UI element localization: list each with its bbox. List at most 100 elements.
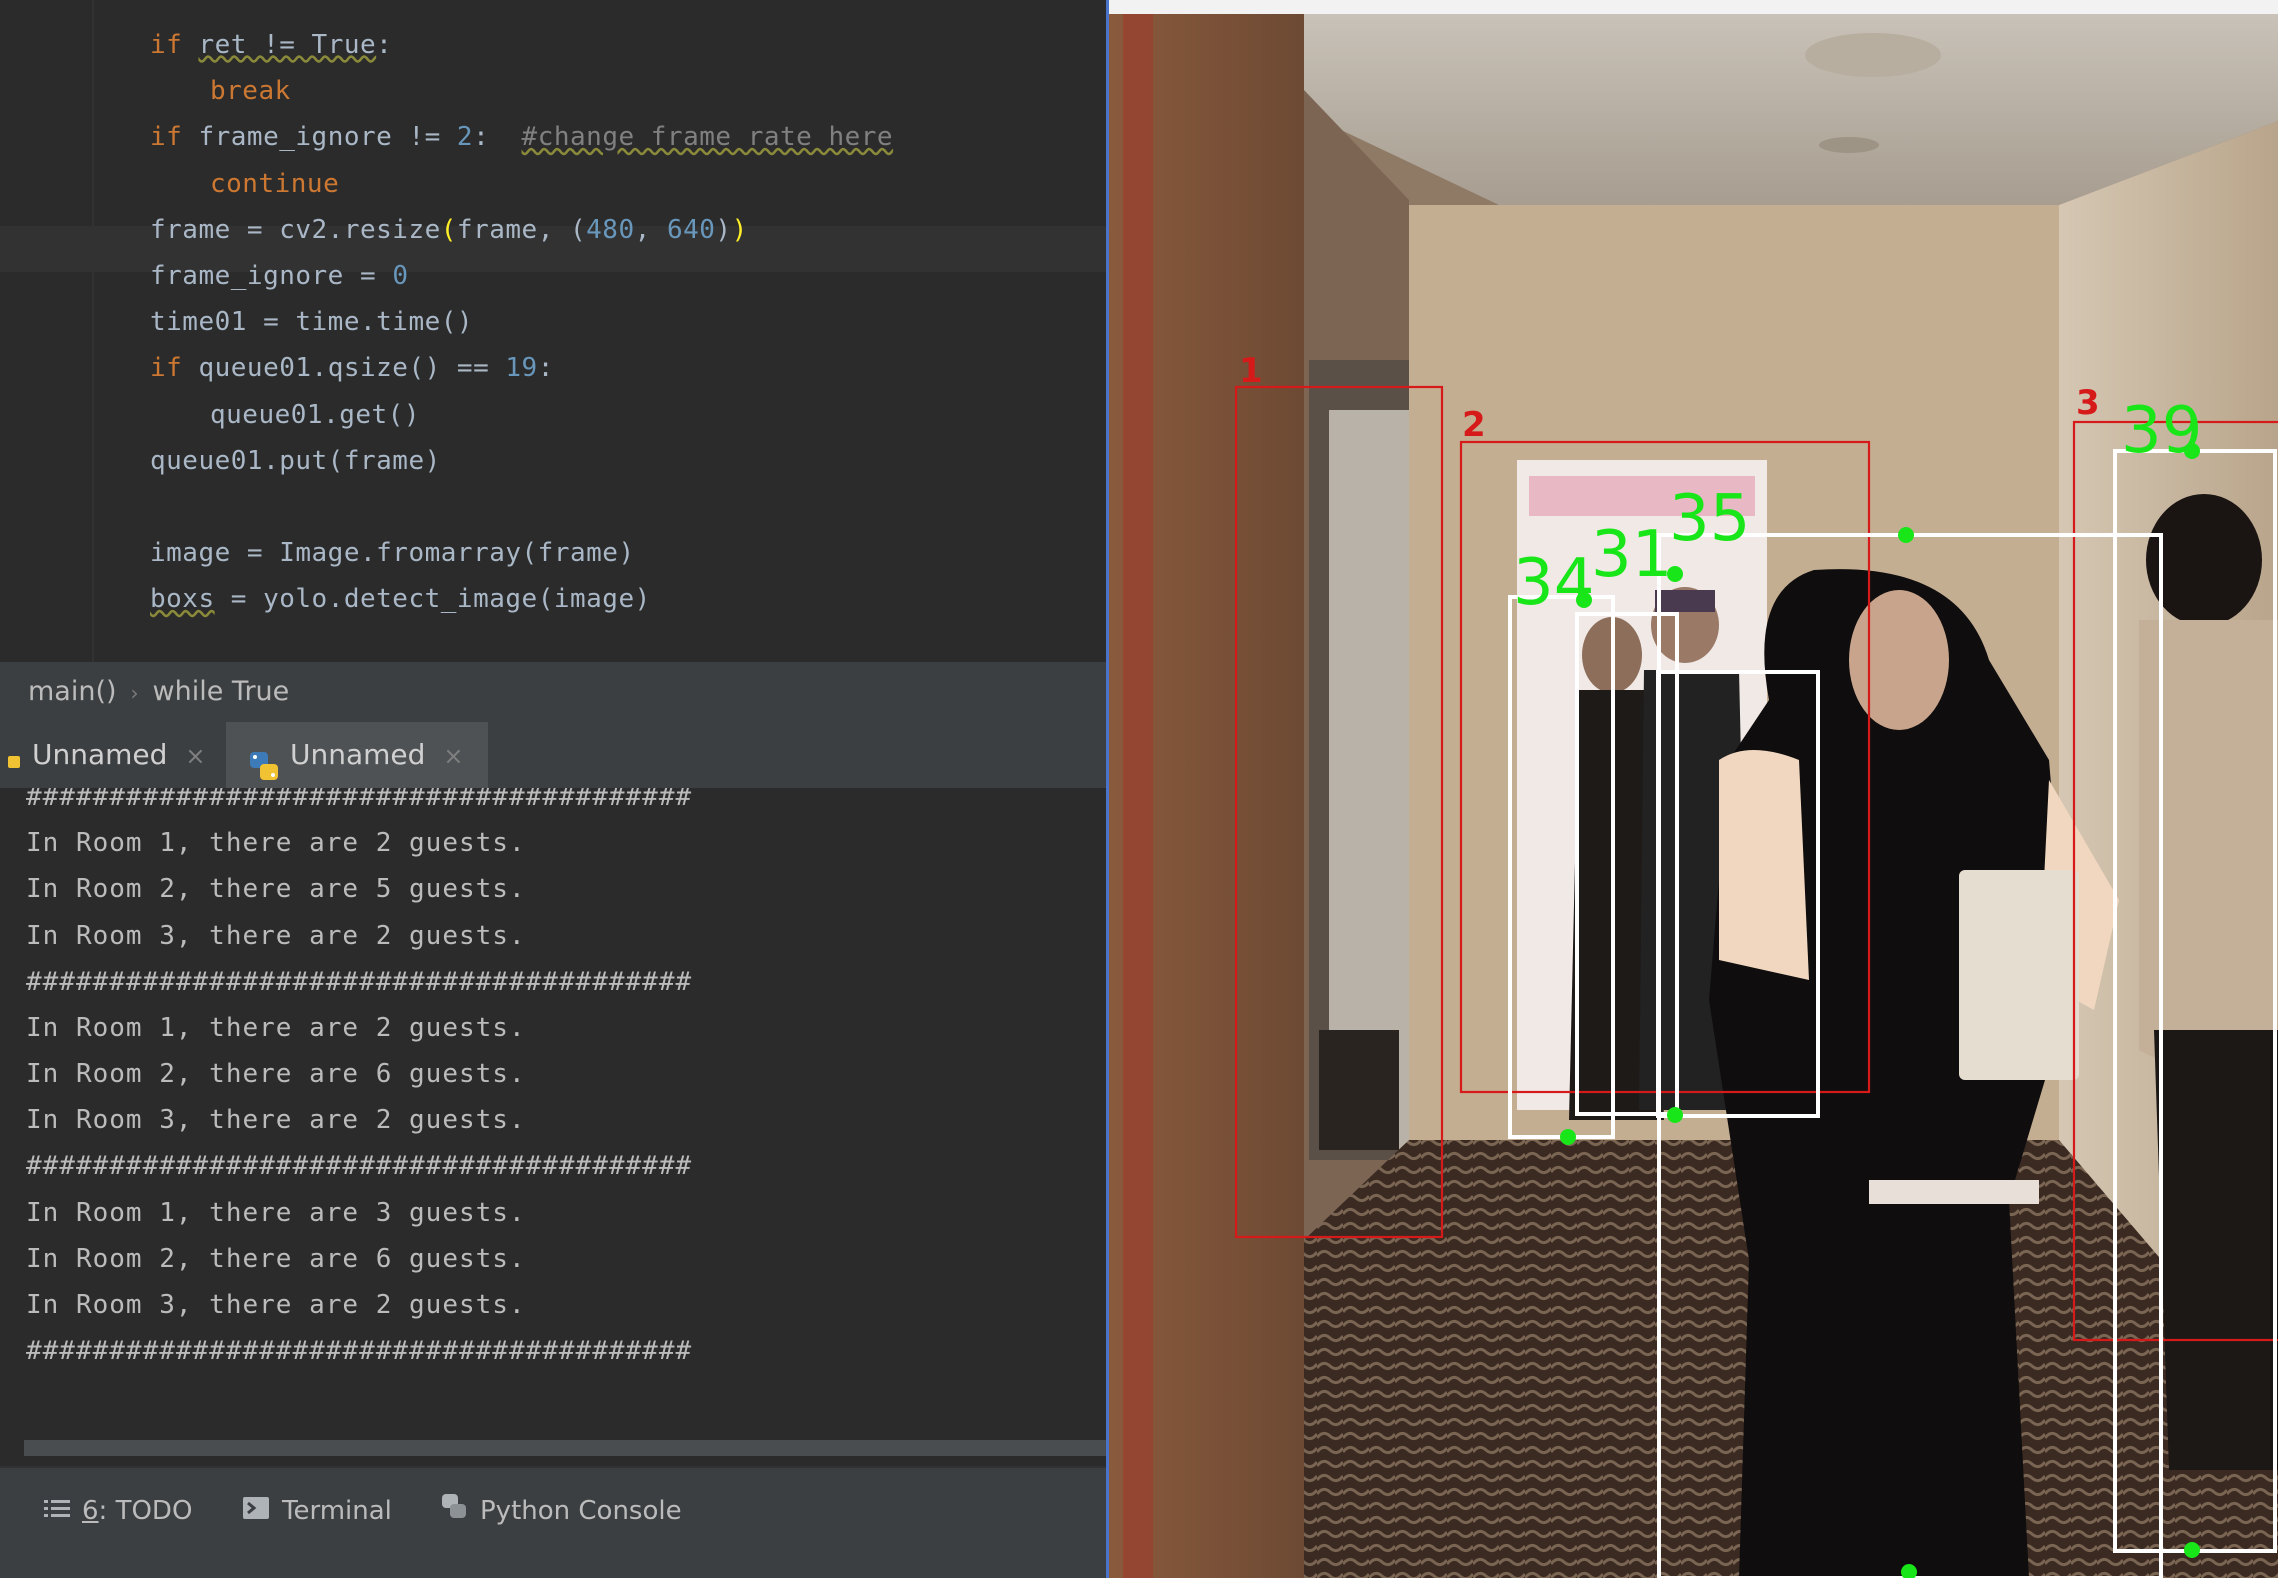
close-icon[interactable]: × <box>443 742 463 770</box>
code-token: time01 = time.time() <box>150 307 474 338</box>
track-dot <box>1560 1129 1576 1145</box>
run-tab-label: Unnamed <box>290 738 426 771</box>
room-label-3: 3 <box>2076 383 2100 423</box>
code-token: : <box>537 353 554 384</box>
code-line: queue01.get() <box>210 392 420 438</box>
video-frame: 1 2 3 34 31 35 39 <box>1106 0 2278 1578</box>
run-tab-unnamed-2[interactable]: Unnamed × <box>226 722 488 788</box>
ceiling-light <box>1805 33 1941 77</box>
console-separator: ######################################## <box>26 1336 693 1367</box>
code-token: boxs <box>150 584 215 615</box>
console-line: In Room 2, there are 5 guests. <box>26 874 526 905</box>
code-line: if ret != True: <box>150 22 392 68</box>
code-token: ret != True <box>198 30 377 60</box>
code-token: : <box>376 30 393 60</box>
breadcrumb-block[interactable]: while True <box>153 676 290 707</box>
code-token: #change frame rate here <box>521 122 894 153</box>
console-line: In Room 2, there are 6 guests. <box>26 1243 526 1274</box>
python-icon <box>8 740 22 772</box>
code-line: break <box>210 68 291 114</box>
console-line: In Room 3, there are 2 guests. <box>26 1105 526 1136</box>
code-line: time01 = time.time() <box>150 299 473 345</box>
frame-top-strip <box>1109 0 2278 14</box>
code-token: frame, ( <box>456 214 587 245</box>
track-id-31: 31 <box>1591 518 1672 592</box>
console-separator: ######################################## <box>26 966 693 997</box>
code-token: 19 <box>505 353 538 384</box>
code-token: 0 <box>392 261 409 291</box>
close-icon[interactable]: × <box>185 742 205 770</box>
console-line: In Room 1, there are 2 guests. <box>26 1012 526 1043</box>
ceiling-vent <box>1819 137 1879 153</box>
code-token: 640 <box>666 214 716 245</box>
code-token: ) <box>731 214 748 245</box>
code-line: frame_ignore = 0 <box>150 253 408 299</box>
code-line: frame = cv2.resize(frame, (480, 640)) <box>150 207 748 253</box>
code-token: ) <box>715 214 732 245</box>
code-token: 480 <box>586 214 635 245</box>
code-token: if <box>150 122 199 153</box>
console-separator: ######################################## <box>26 1151 693 1182</box>
console-line: In Room 3, there are 2 guests. <box>26 920 526 951</box>
code-token: ( <box>440 214 457 245</box>
code-token: queue01.qsize() == <box>198 353 506 384</box>
ide-panel: if ret != True: break if frame_ignore != 2… <box>0 0 1106 1578</box>
code-line: continue <box>210 161 339 207</box>
left-wall-edge <box>1123 14 1153 1578</box>
console-separator: ######################################## <box>26 788 693 812</box>
code-line: if queue01.qsize() == 19: <box>150 345 554 391</box>
python-console-tool-button[interactable]: Python Console <box>440 1490 682 1532</box>
code-token: break <box>210 76 291 107</box>
code-line: image = Image.fromarray(frame) <box>150 530 635 576</box>
code-token: frame_ignore = <box>150 261 393 291</box>
code-token: queue01.put(frame) <box>150 445 441 476</box>
code-token: continue <box>210 168 340 199</box>
terminal-tool-button[interactable]: Terminal <box>242 1490 392 1532</box>
code-token: 2 <box>456 122 474 153</box>
code-token: frame_ignore != <box>198 122 457 153</box>
horizontal-scrollbar[interactable] <box>24 1440 1106 1456</box>
track-id-39: 39 <box>2121 394 2202 468</box>
breadcrumb-function[interactable]: main() <box>28 676 117 707</box>
todo-tool-button[interactable]: 6: TODO <box>44 1490 192 1532</box>
code-token: image = Image.fromarray(frame) <box>150 538 635 569</box>
code-token: if <box>150 30 199 60</box>
todo-shortcut-number: 6 <box>82 1496 99 1526</box>
code-token: if <box>150 353 199 384</box>
python-console-icon <box>440 1491 468 1533</box>
run-tab-label: Unnamed <box>32 738 168 771</box>
todo-label: : TODO <box>98 1496 193 1526</box>
track-dot <box>1898 527 1914 543</box>
code-line: queue01.put(frame) <box>150 438 441 484</box>
code-token: : <box>473 122 522 153</box>
python-console-label: Python Console <box>480 1496 682 1526</box>
track-dot <box>1667 1107 1683 1123</box>
code-token: = yolo.detect_image(image) <box>214 584 651 615</box>
code-editor[interactable]: if ret != True: break if frame_ignore != 2… <box>0 0 1106 662</box>
console-line: In Room 1, there are 2 guests. <box>26 828 526 859</box>
run-console[interactable]: ########################################… <box>0 788 1106 1440</box>
gutter-divider <box>92 0 94 662</box>
track-id-35: 35 <box>1669 482 1750 556</box>
track-id-34: 34 <box>1513 546 1594 620</box>
video-scene: 1 2 3 34 31 35 39 <box>1109 0 2278 1578</box>
terminal-label: Terminal <box>282 1496 392 1526</box>
list-icon <box>44 1491 70 1533</box>
console-line: In Room 2, there are 6 guests. <box>26 1059 526 1090</box>
console-line: In Room 1, there are 3 guests. <box>26 1197 526 1228</box>
chevron-right-icon: › <box>130 681 139 705</box>
tool-window-bar: 6: TODO Terminal Python Console <box>0 1466 1106 1578</box>
breadcrumb: main() › while True <box>0 662 1106 722</box>
code-token: , <box>634 214 667 245</box>
left-door-shadow <box>1319 1030 1399 1150</box>
run-tab-unnamed-1[interactable]: Unnamed × <box>0 722 208 788</box>
run-tab-bar: Unnamed × Unnamed × <box>0 722 1106 788</box>
terminal-icon <box>242 1491 270 1533</box>
code-line: boxs = yolo.detect_image(image) <box>150 576 651 622</box>
room-label-2: 2 <box>1462 405 1486 445</box>
code-line: if frame_ignore != 2: #change frame rate… <box>150 114 893 160</box>
track-dot <box>2184 1542 2200 1558</box>
room-label-1: 1 <box>1239 351 1263 391</box>
code-token: queue01.get() <box>210 399 420 430</box>
python-icon <box>248 740 280 780</box>
